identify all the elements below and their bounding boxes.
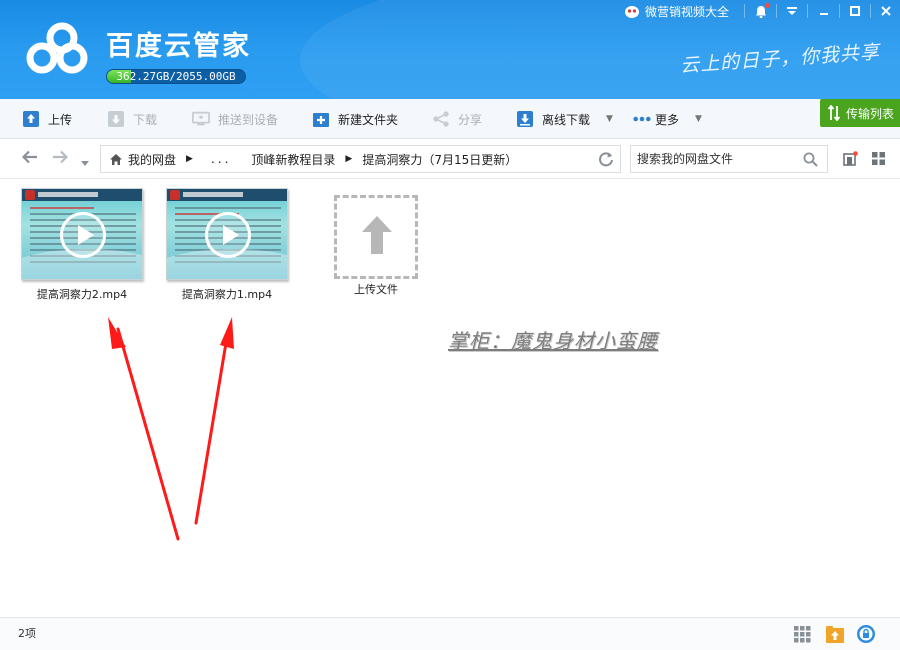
search-icon[interactable] bbox=[803, 152, 818, 167]
offline-download-icon bbox=[516, 110, 534, 128]
menu-dropdown-icon bbox=[787, 7, 797, 15]
upload-label: 上传 bbox=[48, 112, 73, 127]
breadcrumb-label: 提高洞察力（7月15日更新） bbox=[362, 152, 518, 167]
titlebar-divider bbox=[807, 4, 808, 18]
maximize-button[interactable] bbox=[844, 2, 866, 20]
marketing-link-label: 微营销视频大全 bbox=[645, 5, 730, 19]
minimize-button[interactable] bbox=[813, 2, 835, 20]
download-button[interactable]: 下载 bbox=[107, 99, 157, 139]
transfer-list-button[interactable]: 传输列表 bbox=[820, 99, 900, 127]
more-label: 更多 bbox=[655, 112, 680, 127]
chevron-down-icon bbox=[81, 161, 89, 166]
titlebar-divider bbox=[839, 4, 840, 18]
search-input[interactable] bbox=[631, 146, 791, 172]
breadcrumb-label: 顶峰新教程目录 bbox=[251, 152, 336, 167]
breadcrumb-folder[interactable]: 顶峰新教程目录 bbox=[251, 151, 335, 168]
share-button[interactable]: 分享 bbox=[432, 99, 482, 139]
back-button[interactable] bbox=[21, 149, 38, 168]
home-icon bbox=[110, 153, 122, 165]
upload-folder-icon[interactable] bbox=[825, 624, 845, 644]
notification-dot bbox=[765, 3, 770, 8]
refresh-icon bbox=[599, 152, 613, 167]
thumbnail-view-icon bbox=[843, 151, 858, 166]
app-header: 百度云管家 362.27GB/2055.00GB 云上的日子，你我共享 微营销视… bbox=[0, 0, 900, 99]
main-toolbar: 上传 下载 推送到设备 新建文件夹 分享 离线下载 ▼ 更多 ▼ bbox=[0, 99, 900, 139]
new-folder-label: 新建文件夹 bbox=[338, 112, 399, 127]
chevron-down-icon: ▼ bbox=[606, 114, 613, 124]
menu-button[interactable] bbox=[781, 2, 803, 20]
red-arrow-icon bbox=[108, 317, 180, 541]
download-label: 下载 bbox=[133, 112, 158, 127]
upload-button[interactable]: 上传 bbox=[22, 99, 72, 139]
notification-button[interactable] bbox=[750, 2, 772, 20]
breadcrumb: 我的网盘 ▶ ... 顶峰新教程目录 ▶ 提高洞察力（7月15日更新） bbox=[100, 145, 621, 173]
grid-view-button[interactable] bbox=[871, 151, 886, 169]
breadcrumb-label: ... bbox=[210, 152, 232, 166]
grid-view-icon bbox=[872, 152, 885, 165]
forward-arrow-icon bbox=[53, 150, 69, 164]
back-arrow-icon bbox=[21, 150, 37, 164]
breadcrumb-arrow-icon: ▶ bbox=[345, 154, 353, 164]
new-folder-button[interactable]: 新建文件夹 bbox=[312, 99, 398, 139]
close-button[interactable] bbox=[875, 2, 897, 20]
refresh-button[interactable] bbox=[598, 151, 614, 171]
marketing-logo-icon bbox=[625, 5, 639, 18]
breadcrumb-arrow-icon: ▶ bbox=[186, 154, 193, 164]
file-area: 提高洞察力2.mp4 提高洞察力1.mp4 上传文件 掌柜：魔鬼身材小蛮腰 bbox=[0, 179, 900, 617]
push-device-label: 推送到设备 bbox=[218, 112, 279, 127]
share-label: 分享 bbox=[458, 112, 483, 127]
titlebar-divider bbox=[776, 4, 777, 18]
breadcrumb-current[interactable]: 提高洞察力（7月15日更新） bbox=[362, 151, 517, 168]
titlebar-divider bbox=[870, 4, 871, 18]
app-title: 百度云管家 bbox=[106, 31, 251, 62]
address-bar: 我的网盘 ▶ ... 顶峰新教程目录 ▶ 提高洞察力（7月15日更新） bbox=[0, 139, 900, 179]
red-arrow-icon bbox=[194, 317, 234, 525]
baidu-cloud-logo-icon bbox=[26, 22, 88, 74]
breadcrumb-label: 我的网盘 bbox=[128, 152, 177, 167]
download-icon bbox=[107, 110, 125, 128]
storage-quota-bar: 362.27GB/2055.00GB bbox=[106, 69, 246, 84]
titlebar-divider bbox=[744, 4, 745, 18]
chevron-down-icon: ▼ bbox=[695, 114, 702, 124]
offline-download-label: 离线下载 bbox=[542, 112, 591, 127]
share-icon bbox=[432, 110, 450, 128]
thumbnail-view-button[interactable] bbox=[843, 151, 858, 169]
annotation-arrows bbox=[108, 317, 234, 541]
transfer-list-label: 传输列表 bbox=[846, 106, 895, 121]
breadcrumb-root[interactable]: 我的网盘 bbox=[109, 151, 176, 168]
forward-button[interactable] bbox=[52, 149, 69, 168]
marketing-link[interactable]: 微营销视频大全 bbox=[624, 3, 729, 20]
more-button[interactable]: 更多 ▼ bbox=[633, 99, 702, 139]
quota-text: 362.27GB/2055.00GB bbox=[116, 70, 236, 83]
minimize-icon bbox=[820, 13, 828, 15]
new-folder-icon bbox=[312, 110, 330, 128]
transfer-arrows-icon bbox=[828, 105, 840, 121]
close-icon bbox=[881, 6, 891, 16]
upload-icon bbox=[22, 110, 40, 128]
search-box bbox=[630, 145, 828, 173]
offline-download-button[interactable]: 离线下载 ▼ bbox=[516, 99, 613, 139]
maximize-icon bbox=[850, 6, 860, 16]
more-dots-icon bbox=[633, 110, 651, 128]
safe-lock-icon[interactable] bbox=[856, 624, 876, 644]
item-count: 2项 bbox=[18, 627, 36, 640]
history-dropdown-button[interactable] bbox=[81, 152, 89, 171]
breadcrumb-ellipsis[interactable]: ... bbox=[203, 152, 239, 166]
push-device-button[interactable]: 推送到设备 bbox=[192, 99, 278, 139]
status-bar: 2项 bbox=[0, 617, 900, 650]
device-icon bbox=[192, 110, 210, 128]
app-grid-icon[interactable] bbox=[792, 624, 812, 644]
